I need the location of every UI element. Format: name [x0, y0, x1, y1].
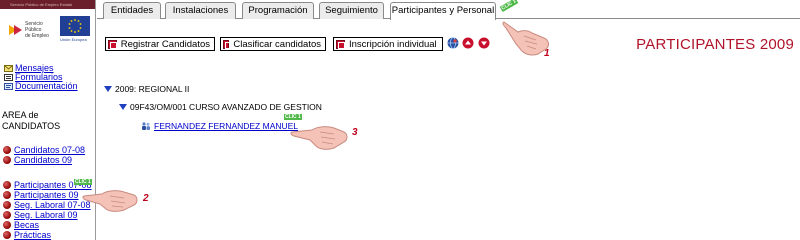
eu-flag-icon [60, 16, 90, 36]
eu-caption: Unión Europea [60, 37, 87, 42]
sidebar-item-candidatos-07-08[interactable]: Candidatos 07-08 [3, 145, 85, 155]
clic-label-2: CLIC 1 [74, 179, 92, 185]
tab-participantes-y-personal[interactable]: Participantes y Personal [390, 2, 496, 20]
area-title: AREA de CANDIDATOS [2, 110, 60, 132]
individual-registration-button[interactable]: Inscripción individual [333, 37, 443, 51]
envelope-icon [4, 65, 13, 72]
bullet-icon [3, 156, 11, 164]
document-icon [4, 83, 13, 90]
candidate-links: Candidatos 07-08 Candidatos 09 [3, 145, 85, 165]
step-number-2: 2 [143, 193, 149, 204]
quick-links: Mensajes Formularios Documentación [4, 64, 78, 91]
form-icon [4, 74, 13, 81]
tree-root-label: 2009: REGIONAL II [115, 84, 190, 94]
arrow-up-icon[interactable] [462, 37, 474, 49]
quick-link-documentacion[interactable]: Documentación [4, 82, 78, 91]
link-becas[interactable]: Becas [14, 220, 39, 230]
link-candidatos-09[interactable]: Candidatos 09 [14, 155, 72, 165]
bullet-icon [3, 146, 11, 154]
tab-entidades[interactable]: Entidades [103, 2, 161, 19]
banner-text: Servicio Público de Empleo Estatal [10, 2, 73, 7]
area-title-line2: CANDIDATOS [2, 121, 61, 131]
bullet-icon [3, 191, 11, 199]
tab-bar: Entidades Instalaciones Programación Seg… [97, 0, 800, 20]
pointing-hand-icon [82, 190, 138, 212]
sidebar-item-seg-laboral-07-08[interactable]: Seg. Laboral 07-08 [3, 200, 92, 210]
sidebar-item-participantes-09[interactable]: Participantes 09 [3, 190, 92, 200]
person-icon [142, 122, 150, 130]
link-seg-laboral-07-08[interactable]: Seg. Laboral 07-08 [14, 200, 91, 210]
tab-instalaciones[interactable]: Instalaciones [165, 2, 236, 19]
tree-node-root[interactable]: 2009: REGIONAL II [104, 84, 189, 94]
clic-label-3: CLIC 1 [284, 114, 302, 120]
checkbox-icon [223, 39, 233, 49]
link-participantes-09[interactable]: Participantes 09 [14, 190, 79, 200]
area-title-line1: AREA de [2, 110, 39, 120]
link-seg-laboral-09[interactable]: Seg. Laboral 09 [14, 210, 78, 220]
sidebar-item-candidatos-09[interactable]: Candidatos 09 [3, 155, 85, 165]
sepe-logo-icon [9, 25, 22, 35]
page-title: PARTICIPANTES 2009 [636, 36, 794, 53]
participant-link[interactable]: FERNANDEZ FERNANDEZ MANUEL [154, 121, 298, 131]
register-candidates-label: Registrar Candidatos [120, 38, 210, 50]
tree-node-person[interactable]: FERNANDEZ FERNANDEZ MANUEL [141, 121, 298, 131]
expand-triangle-icon[interactable] [104, 86, 112, 92]
bullet-icon [3, 211, 11, 219]
tab-seguimiento[interactable]: Seguimiento [319, 2, 384, 19]
checkbox-icon [336, 39, 345, 49]
link-documentacion[interactable]: Documentación [15, 82, 78, 91]
tree-course-label: 09F43/OM/001 CURSO AVANZADO DE GESTION [130, 102, 322, 112]
classify-candidates-label: Clasificar candidatos [233, 38, 321, 50]
individual-registration-label: Inscripción individual [349, 38, 437, 50]
sidebar-item-seg-laboral-09[interactable]: Seg. Laboral 09 [3, 210, 92, 220]
expand-triangle-icon[interactable] [119, 104, 127, 110]
bullet-icon [3, 221, 11, 229]
link-practicas[interactable]: Prácticas [14, 230, 51, 240]
tab-programacion[interactable]: Programación [242, 2, 314, 19]
globe-icon[interactable] [447, 37, 459, 49]
classify-candidates-button[interactable]: Clasificar candidatos [220, 37, 326, 51]
pointing-hand-icon [290, 126, 348, 150]
sidebar-item-becas[interactable]: Becas [3, 220, 92, 230]
participant-links: Participantes 07-08 Participantes 09 Seg… [3, 180, 92, 240]
register-candidates-button[interactable]: Registrar Candidatos [105, 37, 215, 51]
bullet-icon [3, 231, 11, 239]
top-banner: Servicio Público de Empleo Estatal [0, 0, 95, 9]
bullet-icon [3, 201, 11, 209]
link-candidatos-07-08[interactable]: Candidatos 07-08 [14, 145, 85, 155]
logo-block: Servicio Público de Empleo Unión Europea [8, 16, 94, 46]
step-number-1: 1 [544, 48, 550, 59]
step-number-3: 3 [352, 127, 358, 138]
sidebar-item-practicas[interactable]: Prácticas [3, 230, 92, 240]
arrow-down-icon[interactable] [478, 37, 490, 49]
sepe-logo-text: Servicio Público de Empleo [25, 21, 49, 39]
checkbox-icon [108, 39, 117, 49]
tree-node-course[interactable]: 09F43/OM/001 CURSO AVANZADO DE GESTION [119, 102, 322, 112]
bullet-icon [3, 181, 11, 189]
